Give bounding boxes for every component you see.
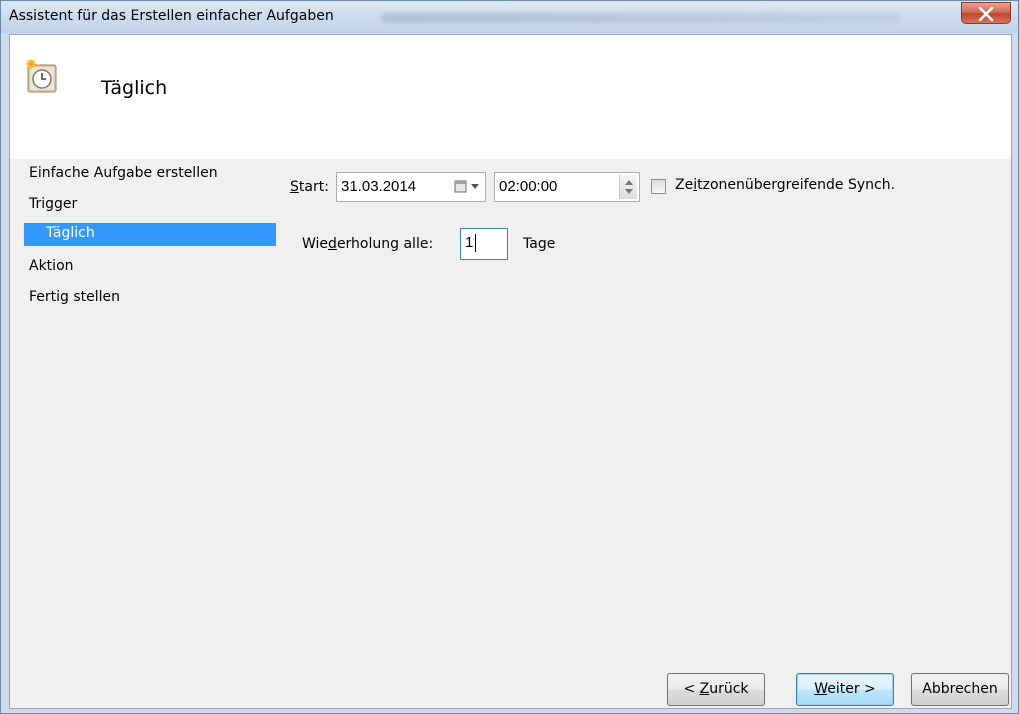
repeat-days-value: 1 xyxy=(465,234,474,251)
wizard-client-area: Täglich Einfache Aufgabe erstellen Trigg… xyxy=(9,34,1012,709)
spinner-arrows-icon xyxy=(625,180,633,194)
next-button[interactable]: Weiter > xyxy=(796,673,894,706)
wizard-header: Täglich xyxy=(10,35,1011,159)
blurred-background-text xyxy=(381,13,901,23)
text-caret xyxy=(475,234,476,252)
repeat-days-input[interactable]: 1 xyxy=(460,228,508,260)
cancel-button[interactable]: Abbrechen xyxy=(911,673,1009,706)
timezone-sync-label: Zeitzonenübergreifende Synch. xyxy=(675,177,896,193)
calendar-dropdown-button[interactable] xyxy=(449,173,485,201)
nav-item-einfache-aufgabe[interactable]: Einfache Aufgabe erstellen xyxy=(29,165,218,181)
time-spinner[interactable] xyxy=(619,175,637,199)
repeat-label: Wiederholung alle: xyxy=(302,236,434,252)
calendar-icon xyxy=(454,180,479,193)
wizard-window: Assistent für das Erstellen einfacher Au… xyxy=(0,0,1019,714)
start-label: Start: xyxy=(290,179,329,195)
timezone-sync-checkbox[interactable] xyxy=(651,179,666,194)
start-time-value: 02:00:00 xyxy=(499,178,558,195)
nav-item-taeglich[interactable]: Täglich xyxy=(24,223,276,246)
repeat-unit-label: Tage xyxy=(523,236,556,252)
start-date-value: 31.03.2014 xyxy=(341,178,417,195)
start-time-input[interactable]: 02:00:00 xyxy=(494,172,640,202)
close-button[interactable] xyxy=(961,2,1011,24)
scheduled-task-clock-icon xyxy=(26,59,57,93)
title-bar[interactable]: Assistent für das Erstellen einfacher Au… xyxy=(1,1,1018,33)
window-title: Assistent für das Erstellen einfacher Au… xyxy=(9,8,334,24)
back-button[interactable]: < Zurück xyxy=(667,673,765,706)
start-date-picker[interactable]: 31.03.2014 xyxy=(336,172,486,202)
page-title: Täglich xyxy=(101,77,168,99)
nav-item-aktion[interactable]: Aktion xyxy=(29,258,74,274)
close-icon xyxy=(978,7,994,21)
nav-item-trigger[interactable]: Trigger xyxy=(29,196,77,212)
nav-item-fertig-stellen[interactable]: Fertig stellen xyxy=(29,289,120,305)
